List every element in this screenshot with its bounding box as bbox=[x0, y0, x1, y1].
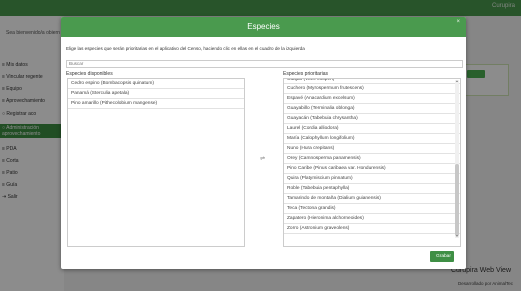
list-item[interactable]: Quira (Platymiscium pinnatum) bbox=[284, 174, 460, 184]
scroll-up-icon[interactable]: ▲ bbox=[455, 80, 459, 83]
list-item[interactable]: Zapatero (Hieronima alchorneoides) bbox=[284, 214, 460, 224]
priority-scrollbar[interactable]: ▲ ▼ bbox=[455, 80, 459, 238]
transfer-arrows-icon: ⇌ bbox=[260, 156, 266, 162]
priority-label: Especies prioritarias bbox=[283, 71, 329, 77]
list-item[interactable]: Espavé (Anacardium excelsum) bbox=[284, 94, 460, 104]
list-item[interactable]: Guayabillo (Terminalia oblonga) bbox=[284, 104, 460, 114]
list-item[interactable]: Guayacán (Tabebuia chrysantha) bbox=[284, 114, 460, 124]
scroll-down-icon[interactable]: ▼ bbox=[455, 235, 459, 238]
list-item[interactable]: Cedro espino (Bombacopsis quinatum) bbox=[68, 79, 244, 89]
list-item[interactable]: Orey (Camnosperma panamensis) bbox=[284, 154, 460, 164]
list-item[interactable]: Pino Caribe (Pinus caribaea var. Hondure… bbox=[284, 164, 460, 174]
list-item[interactable]: Nuno (Hura crepitans) bbox=[284, 144, 460, 154]
priority-list: Cuajao (Vitex cooperi) Cuchero (Myrosper… bbox=[283, 78, 461, 247]
list-item[interactable]: María (Calophyllum longifolium) bbox=[284, 134, 460, 144]
list-item[interactable]: Zorro (Astronium graveolens) bbox=[284, 224, 460, 234]
list-item[interactable]: Panamá (Sterculia apetala) bbox=[68, 89, 244, 99]
available-label: Especies disponibles bbox=[66, 71, 113, 77]
modal-header: Especies × bbox=[61, 17, 466, 37]
search-input[interactable] bbox=[66, 60, 463, 68]
list-item[interactable]: Cuchero (Myrospermum frutescens) bbox=[284, 84, 460, 94]
close-icon[interactable]: × bbox=[456, 19, 460, 25]
modal-title: Especies bbox=[247, 22, 280, 31]
scroll-thumb[interactable] bbox=[455, 164, 459, 236]
available-list: Cedro espino (Bombacopsis quinatum) Pana… bbox=[67, 78, 245, 247]
list-item[interactable]: Teca (Tectona grandis) bbox=[284, 204, 460, 214]
save-button[interactable]: Grabar bbox=[430, 251, 454, 262]
list-item[interactable]: Roble (Tabebuia pentaphylla) bbox=[284, 184, 460, 194]
list-item[interactable]: Pino amarillo (Pithecolobium mangense) bbox=[68, 99, 244, 109]
species-modal: Especies × Elige las especies que serán … bbox=[61, 17, 466, 269]
list-item[interactable]: Laurel (Cordia alliodora) bbox=[284, 124, 460, 134]
instructions-text: Elige las especies que serán prioritaria… bbox=[66, 46, 305, 51]
list-item[interactable]: Tamarindo de montaña (Dialium guianensis… bbox=[284, 194, 460, 204]
